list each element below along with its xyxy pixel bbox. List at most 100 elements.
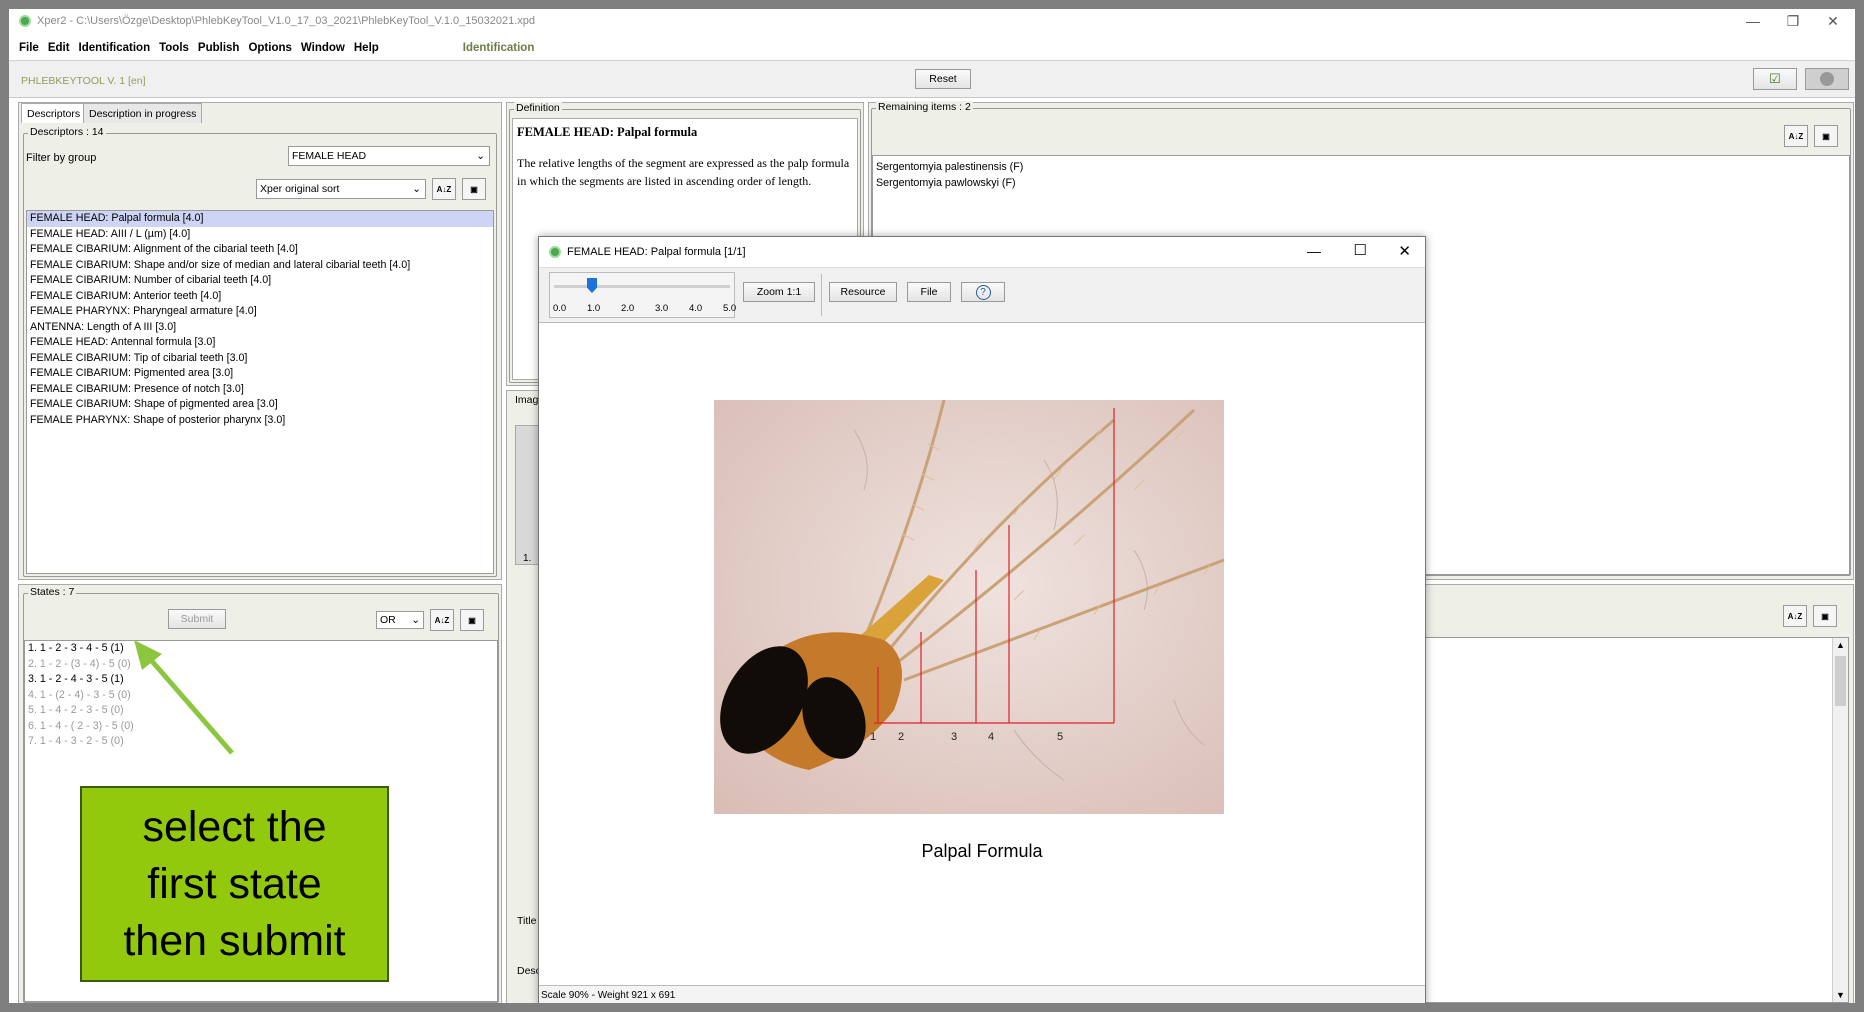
descriptor-item[interactable]: FEMALE HEAD: AIII / L (µm) [4.0] <box>27 227 493 243</box>
image-view-icon[interactable]: ▣ <box>462 178 486 200</box>
image-view-icon[interactable]: ▣ <box>460 609 484 631</box>
zoom-1-1-button[interactable]: Zoom 1:1 <box>743 282 815 302</box>
segment-label-4: 4 <box>988 731 994 743</box>
current-mode-label: Identification <box>462 42 535 54</box>
close-icon[interactable]: ✕ <box>1398 242 1411 260</box>
descriptor-item[interactable]: FEMALE CIBARIUM: Pigmented area [3.0] <box>27 366 493 382</box>
scroll-down-icon[interactable]: ▼ <box>1836 990 1845 1000</box>
descriptor-item[interactable]: FEMALE CIBARIUM: Shape and/or size of me… <box>27 258 493 274</box>
callout-line-3: then submit <box>123 916 346 965</box>
annotation-arrow <box>134 640 234 755</box>
states-count: States : 7 <box>28 586 77 598</box>
app-logo-icon <box>549 246 561 258</box>
zoom-slider[interactable]: 0.0 1.0 2.0 3.0 4.0 5.0 <box>549 272 736 318</box>
resource-button[interactable]: Resource <box>829 282 897 302</box>
state-item[interactable]: 2. 1 - 2 - (3 - 4) - 5 (0) <box>25 657 497 673</box>
descriptor-item[interactable]: FEMALE HEAD: Antennal formula [3.0] <box>27 335 493 351</box>
zoom-tick-label: 3.0 <box>655 303 669 314</box>
window-title: Xper2 - C:\Users\Özge\Desktop\PhlebKeyTo… <box>37 15 535 27</box>
descriptor-item[interactable]: FEMALE CIBARIUM: Alignment of the cibari… <box>27 242 493 258</box>
reset-button[interactable]: Reset <box>915 69 971 89</box>
chevron-down-icon: ⌄ <box>411 614 420 626</box>
scroll-up-icon[interactable]: ▲ <box>1836 640 1845 650</box>
state-item[interactable]: 6. 1 - 4 - ( 2 - 3) - 5 (0) <box>25 719 497 735</box>
file-button[interactable]: File <box>907 282 951 302</box>
maximize-icon[interactable]: ☐ <box>1354 241 1367 259</box>
vertical-scrollbar[interactable]: ▲ ▼ <box>1832 638 1848 1002</box>
minimize-icon[interactable]: — <box>1307 243 1321 259</box>
descriptor-item[interactable]: FEMALE PHARYNX: Shape of posterior phary… <box>27 413 493 429</box>
submit-button[interactable]: Submit <box>168 609 226 629</box>
menu-bar: File Edit Identification Tools Publish O… <box>9 38 1855 58</box>
toolbar: PHLEBKEYTOOL V. 1 [en] Reset ☑ <box>9 60 1855 98</box>
sort-az-icon[interactable]: A↓Z <box>1783 605 1807 627</box>
definition-text: The relative lengths of the segment are … <box>517 156 850 188</box>
filter-group-select[interactable]: FEMALE HEAD ⌄ <box>288 146 490 166</box>
segment-label-2: 2 <box>898 731 904 743</box>
sort-az-icon[interactable]: A↓Z <box>430 609 454 631</box>
help-button[interactable]: ? <box>961 282 1005 302</box>
logic-value: OR <box>380 614 396 626</box>
descriptor-item[interactable]: FEMALE CIBARIUM: Shape of pigmented area… <box>27 397 493 413</box>
image-title-label: Title <box>517 915 537 927</box>
descriptor-item[interactable]: FEMALE HEAD: Palpal formula [4.0] <box>27 211 493 227</box>
menu-edit[interactable]: Edit <box>48 42 70 54</box>
state-item[interactable]: 1. 1 - 2 - 3 - 4 - 5 (1) <box>25 641 497 657</box>
zoom-tick-label: 1.0 <box>587 303 601 314</box>
definition-label: Definition <box>514 102 562 114</box>
state-item[interactable]: 5. 1 - 4 - 2 - 3 - 5 (0) <box>25 703 497 719</box>
descriptor-item[interactable]: FEMALE PHARYNX: Pharyngeal armature [4.0… <box>27 304 493 320</box>
help-disabled-icon <box>1805 68 1849 90</box>
list-item[interactable]: Sergentomyia palestinensis (F) <box>873 160 1849 176</box>
scroll-thumb[interactable] <box>1835 656 1846 706</box>
descriptor-item[interactable]: FEMALE CIBARIUM: Anterior teeth [4.0] <box>27 289 493 305</box>
sort-select[interactable]: Xper original sort ⌄ <box>256 179 426 199</box>
menu-window[interactable]: Window <box>301 42 345 54</box>
close-icon[interactable]: ✕ <box>1813 9 1853 33</box>
list-item[interactable]: Sergentomyia pawlowskyi (F) <box>873 176 1849 192</box>
callout-line-1: select the <box>142 802 327 851</box>
image-index: 1. <box>523 553 532 564</box>
window-title-bar: Xper2 - C:\Users\Özge\Desktop\PhlebKeyTo… <box>9 9 1855 33</box>
tab-description-in-progress[interactable]: Description in progress <box>83 103 203 123</box>
app-name: PHLEBKEYTOOL V. 1 [en] <box>21 75 146 87</box>
zoom-tick-label: 2.0 <box>621 303 635 314</box>
image-view-icon[interactable]: ▣ <box>1813 605 1837 627</box>
state-item[interactable]: 3. 1 - 2 - 4 - 3 - 5 (1) <box>25 672 497 688</box>
logic-select[interactable]: OR ⌄ <box>376 611 424 629</box>
sort-az-icon[interactable]: A↓Z <box>432 178 456 200</box>
chevron-down-icon: ⌄ <box>412 183 421 195</box>
sort-value: Xper original sort <box>260 183 340 195</box>
help-icon: ? <box>975 284 991 300</box>
restore-icon[interactable]: ❐ <box>1773 9 1813 33</box>
descriptor-item[interactable]: FEMALE CIBARIUM: Tip of cibarial teeth [… <box>27 351 493 367</box>
image-view-icon[interactable]: ▣ <box>1814 125 1838 147</box>
sort-az-icon[interactable]: A↓Z <box>1784 125 1808 147</box>
descriptors-list: FEMALE HEAD: Palpal formula [4.0] FEMALE … <box>26 210 494 574</box>
menu-identification[interactable]: Identification <box>79 42 151 54</box>
minimize-icon[interactable]: — <box>1733 9 1773 33</box>
descriptor-item[interactable]: FEMALE CIBARIUM: Presence of notch [3.0] <box>27 382 493 398</box>
zoom-tick-labels: 0.0 1.0 2.0 3.0 4.0 5.0 <box>550 303 736 315</box>
descriptors-count: Descriptors : 14 <box>28 126 106 138</box>
descriptors-group: Descriptors : 14 Filter by group FEMALE … <box>23 126 497 577</box>
menu-help[interactable]: Help <box>354 42 379 54</box>
remaining-count: Remaining items : 2 <box>876 101 973 113</box>
filter-group-value: FEMALE HEAD <box>292 150 367 162</box>
state-item[interactable]: 4. 1 - (2 - 4) - 3 - 5 (0) <box>25 688 497 704</box>
menu-tools[interactable]: Tools <box>159 42 189 54</box>
segment-label-3: 3 <box>951 731 957 743</box>
check-icon[interactable]: ☑ <box>1753 68 1797 90</box>
zoom-tick-label: 4.0 <box>689 303 703 314</box>
menu-file[interactable]: File <box>19 42 39 54</box>
dialog-title: FEMALE HEAD: Palpal formula [1/1] <box>567 246 746 258</box>
descriptor-item[interactable]: ANTENNA: Length of A III [3.0] <box>27 320 493 336</box>
arrow-shaft <box>142 650 234 755</box>
tab-descriptors[interactable]: Descriptors <box>21 103 87 123</box>
zoom-slider-thumb[interactable] <box>587 278 597 293</box>
descriptor-item[interactable]: FEMALE CIBARIUM: Number of cibarial teet… <box>27 273 493 289</box>
menu-publish[interactable]: Publish <box>198 42 240 54</box>
menu-options[interactable]: Options <box>248 42 291 54</box>
state-item[interactable]: 7. 1 - 4 - 3 - 2 - 5 (0) <box>25 734 497 750</box>
palp-photo: 1 2 3 4 5 <box>714 400 1224 814</box>
